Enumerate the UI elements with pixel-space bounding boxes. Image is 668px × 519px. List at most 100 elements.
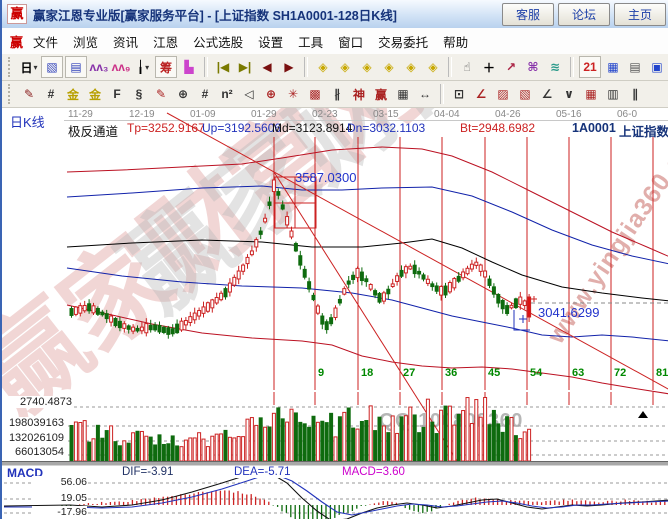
gold-fence-2-icon[interactable]: 金 bbox=[84, 83, 106, 105]
gann-number: 36 bbox=[445, 367, 457, 379]
parallel-lines-icon[interactable]: ∥ bbox=[624, 83, 646, 105]
date-tick: 01-29 bbox=[251, 109, 277, 120]
channel-value: Bt=2948.6982 bbox=[460, 121, 535, 135]
app-window: 赢 赢家江恩专业版[赢家服务平台] - [上证指数 SH1A0001-128日K… bbox=[0, 0, 668, 519]
forum-button[interactable]: 论坛 bbox=[558, 3, 610, 26]
angle-line-icon[interactable]: ∠ bbox=[536, 83, 558, 105]
toolbar-separator bbox=[304, 57, 308, 77]
menu-bar: 赢 文件浏览资讯江恩公式选股设置工具窗口交易委托帮助 bbox=[2, 28, 668, 55]
symbol-code: 1A0001 bbox=[572, 121, 616, 135]
date-tick: 01-09 bbox=[190, 109, 216, 120]
gann-diamond-5-icon[interactable]: ◈ bbox=[400, 56, 422, 78]
wave-3-icon[interactable]: ʌʌ₃ bbox=[88, 56, 110, 78]
peak-price-label: 3587.0300 bbox=[295, 170, 356, 185]
n-squared-icon[interactable]: n² bbox=[216, 83, 238, 105]
star-burst-icon[interactable]: ✳ bbox=[282, 83, 304, 105]
wave-9-icon[interactable]: ʌʌ₉ bbox=[110, 56, 132, 78]
calculator-icon[interactable]: ▦ bbox=[602, 56, 624, 78]
brand-watermark-pink: 赢家财富网 bbox=[2, 108, 448, 444]
ying-grid-icon[interactable]: 赢 bbox=[370, 83, 392, 105]
gold-fence-1-icon[interactable]: 金 bbox=[62, 83, 84, 105]
go-last-icon[interactable]: ▶| bbox=[234, 56, 256, 78]
menu-item-资讯[interactable]: 资讯 bbox=[113, 32, 138, 51]
window-title: 赢家江恩专业版[赢家服务平台] - [上证指数 SH1A0001-128日K线] bbox=[33, 5, 397, 24]
calendar-icon[interactable]: 21 bbox=[579, 56, 601, 78]
gann-number: 9 bbox=[318, 367, 324, 379]
gann-diamond-3-icon[interactable]: ◈ bbox=[356, 56, 378, 78]
period-selector-icon[interactable]: 日▾ bbox=[18, 56, 40, 78]
macd-dif-value: DIF=-3.91 bbox=[122, 466, 173, 478]
toolbar-drawing: ✎#金金F§✎⊕#n²◁⊕✳▩∦神赢▦↔⊡∠▨▧∠∨▦▥∥ bbox=[2, 81, 668, 108]
gann-box-icon[interactable]: ▨ bbox=[492, 83, 514, 105]
toolbar-separator bbox=[440, 84, 444, 104]
gann-diamond-6-icon[interactable]: ◈ bbox=[422, 56, 444, 78]
angle-flag-icon[interactable]: ◁ bbox=[238, 83, 260, 105]
pen-tool-icon[interactable]: ✎ bbox=[18, 83, 40, 105]
spiral-tool-icon[interactable]: § bbox=[128, 83, 150, 105]
macd-scale-label: 19.05 bbox=[32, 492, 87, 504]
notepad-icon[interactable]: ▤ bbox=[624, 56, 646, 78]
candle-style-icon[interactable]: ╽▾ bbox=[132, 56, 154, 78]
toolbar-separator bbox=[570, 57, 574, 77]
multiline-tool-icon[interactable]: ≋ bbox=[544, 56, 566, 78]
menu-item-帮助[interactable]: 帮助 bbox=[443, 32, 468, 51]
home-button[interactable]: 主页 bbox=[614, 3, 666, 26]
service-button[interactable]: 客服 bbox=[502, 3, 554, 26]
boxed-star-icon[interactable]: ▩ bbox=[304, 83, 326, 105]
go-first-icon[interactable]: |◀ bbox=[212, 56, 234, 78]
box-tool-icon[interactable]: ⊡ bbox=[448, 83, 470, 105]
marker-pen-icon[interactable]: ✎ bbox=[150, 83, 172, 105]
grid-axis-icon[interactable]: ▥ bbox=[602, 83, 624, 105]
chip-distribution-icon[interactable]: 筹 bbox=[155, 56, 177, 78]
gann-diamond-2-icon[interactable]: ◈ bbox=[334, 56, 356, 78]
date-tick: 02-23 bbox=[312, 109, 338, 120]
macd-scale-label: 56.06 bbox=[32, 476, 87, 488]
grid-123-icon[interactable]: ▦ bbox=[392, 83, 414, 105]
date-tick: 06-0 bbox=[617, 109, 637, 120]
gann-fan-icon[interactable]: ∠ bbox=[470, 83, 492, 105]
menu-item-窗口[interactable]: 窗口 bbox=[338, 32, 363, 51]
menu-item-江恩[interactable]: 江恩 bbox=[153, 32, 178, 51]
gann-number: 45 bbox=[488, 367, 500, 379]
gann-diamond-1-icon[interactable]: ◈ bbox=[312, 56, 334, 78]
kline-tab-label: 日K线 bbox=[10, 112, 45, 131]
ribbon-tool-icon[interactable]: ⌘ bbox=[522, 56, 544, 78]
menu-item-交易委托[interactable]: 交易委托 bbox=[378, 32, 428, 51]
trendline-tool-icon[interactable]: ↗ bbox=[500, 56, 522, 78]
double-fence-icon[interactable]: # bbox=[194, 83, 216, 105]
f-fence-icon[interactable]: F bbox=[106, 83, 128, 105]
macd-macd-value: MACD=3.60 bbox=[342, 466, 405, 478]
width-tool-icon[interactable]: ↔ bbox=[414, 83, 436, 105]
hand-tool-icon[interactable]: ☝ bbox=[456, 56, 478, 78]
volume-scale-label: 66013054 bbox=[6, 446, 64, 458]
chart-pane[interactable]: 赢家财富网 赢家财富网 www.yingjia360.com QQ:100800… bbox=[2, 108, 668, 519]
menu-item-文件[interactable]: 文件 bbox=[33, 32, 58, 51]
step-forward-icon[interactable]: ▶ bbox=[278, 56, 300, 78]
toolbar-main: 日▾▧▤ʌʌ₃ʌʌ₉╽▾筹▙|◀▶|◀▶◈◈◈◈◈◈☝＋↗⌘≋21▦▤▣ bbox=[2, 54, 668, 81]
title-bar: 赢 赢家江恩专业版[赢家服务平台] - [上证指数 SH1A0001-128日K… bbox=[2, 0, 668, 29]
target-circle-icon[interactable]: ⊕ bbox=[260, 83, 282, 105]
volume-scale-label: 132026109 bbox=[6, 432, 64, 444]
gann-diamond-4-icon[interactable]: ◈ bbox=[378, 56, 400, 78]
step-back-icon[interactable]: ◀ bbox=[256, 56, 278, 78]
spectrum-chart-icon[interactable]: ▙ bbox=[178, 56, 200, 78]
menu-item-浏览[interactable]: 浏览 bbox=[73, 32, 98, 51]
shen-grid-icon[interactable]: 神 bbox=[348, 83, 370, 105]
channel-value: Md=3123.8914 bbox=[272, 121, 352, 135]
k-marks-icon[interactable]: ∦ bbox=[326, 83, 348, 105]
gann-square-icon[interactable]: ▧ bbox=[514, 83, 536, 105]
save-icon[interactable]: ▣ bbox=[646, 56, 668, 78]
overview-chart-icon[interactable]: ▧ bbox=[41, 56, 63, 78]
macd-scale-label: -17.96 bbox=[32, 506, 87, 518]
date-tick: 11-29 bbox=[68, 109, 93, 120]
compass-tool-icon[interactable]: ⊕ bbox=[172, 83, 194, 105]
crosshair-tool-icon[interactable]: ＋ bbox=[478, 56, 500, 78]
grid-tool-icon[interactable]: ▦ bbox=[580, 83, 602, 105]
menu-item-公式选股[interactable]: 公式选股 bbox=[193, 32, 243, 51]
zigzag-icon[interactable]: ∨ bbox=[558, 83, 580, 105]
info-list-icon[interactable]: ▤ bbox=[65, 56, 87, 78]
date-tick: 04-26 bbox=[495, 109, 521, 120]
menu-item-工具[interactable]: 工具 bbox=[298, 32, 323, 51]
menu-item-设置[interactable]: 设置 bbox=[258, 32, 283, 51]
fence-tool-icon[interactable]: # bbox=[40, 83, 62, 105]
